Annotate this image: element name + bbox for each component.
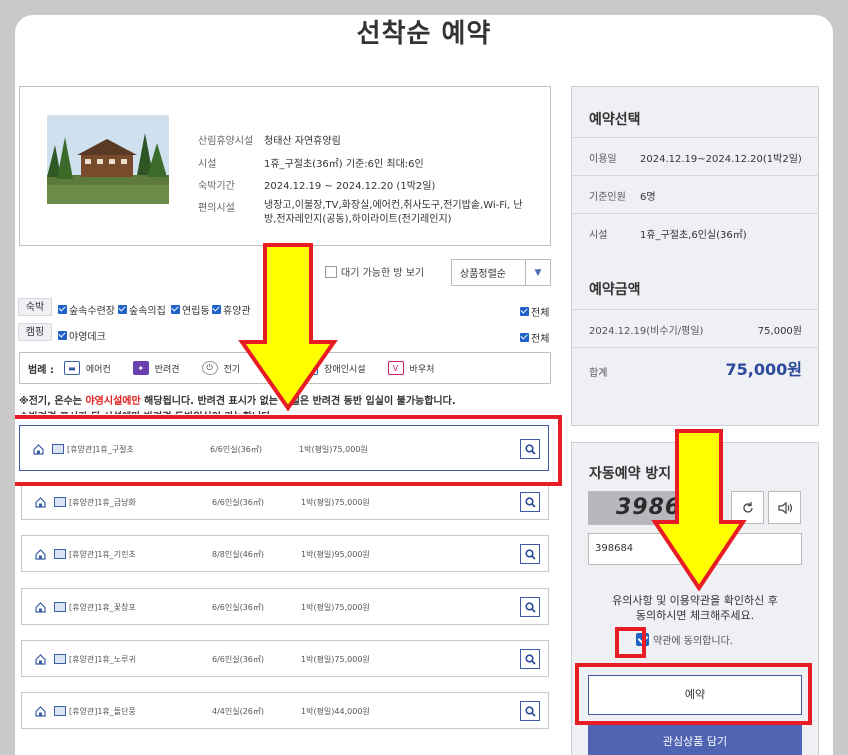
summary-row-people: 기준인원 6명 [572,175,818,213]
room-price: 1박(평일)95,000원 [301,550,370,559]
reservation-page: 선착순 예약 산림휴양시설 청태산 자연휴양림 시설 1휴_구절초(36㎡) 기… [15,15,833,755]
highlight-agree-checkbox [615,627,646,658]
room-name: [휴양관]1휴_금낭화 [69,498,136,507]
search-icon [524,548,536,560]
amount-row: 2024.12.19(비수기/평일) 75,000원 [572,309,818,347]
info-row-room: 시설 1휴_구절초(36㎡) 기준:6인 최대:6인 [198,159,424,170]
room-capacity: 6/6인실(36㎡) [212,655,265,664]
total-row: 합계 75,000원 [572,347,818,391]
room-price: 1박(평일)75,000원 [301,603,370,612]
wishlist-button[interactable]: 관심상품 담기 [588,725,802,755]
aircon-icon [54,654,66,664]
legend-voucher: V 바우처 [387,361,434,375]
search-icon [524,601,536,613]
room-row[interactable]: [휴양관]1휴_기린초 8/8인실(46㎡) 1박(평일)95,000원 [21,535,549,572]
aircon-icon [54,706,66,716]
search-button[interactable] [520,701,540,721]
highlight-selected-room [15,415,562,486]
page-title: 선착순 예약 [356,19,492,49]
total-amount: 75,000원 [725,360,802,379]
wait-available-toggle[interactable]: 대기 가능한 방 보기 [325,264,424,279]
checkbox-checked-icon[interactable] [58,305,67,314]
checkbox-checked-icon[interactable] [212,305,221,314]
legend-electric: ⏻ 전기 [201,361,240,375]
filter-camp-1[interactable]: 야영데크 [58,328,106,343]
stay-tag: 숙박 [18,298,52,316]
amount-title: 예약금액 [589,282,641,298]
agree-notice: 유의사항 및 이용약관을 확인하신 후 동의하시면 체크해주세요. [612,594,778,622]
home-icon [35,602,46,613]
wait-checkbox-label: 대기 가능한 방 보기 [341,268,425,279]
aircon-icon [54,602,66,612]
summary-row-room: 시설 1휴_구절초,6인실(36㎡) [572,213,818,251]
info-row-period: 숙박기간 2024.12.19 ~ 2024.12.20 (1박2일) [198,181,436,192]
aircon-icon [54,497,66,507]
highlight-reserve-button [575,663,812,725]
home-icon [35,706,46,717]
agree-toggle[interactable]: 약관에 동의합니다. [636,632,733,647]
room-row[interactable]: [휴양관]1휴_금낭화 6/6인실(36㎡) 1박(평일)75,000원 [21,483,549,520]
down-arrow-icon [651,429,747,592]
reservation-title: 예약선택 [589,112,641,128]
plug-icon: ⏻ [201,361,218,375]
home-icon [35,549,46,560]
room-row[interactable]: [휴양관]1휴_노루귀 6/6인실(36㎡) 1박(평일)75,000원 [21,640,549,677]
filter-stay-2[interactable]: 숲속의집 [118,302,166,317]
search-button[interactable] [520,544,540,564]
notice-line-2: ※반려견 표시가 된 시설에만 반려견 동반입실이 가능합니다. [19,408,274,414]
sort-select-value: 상품정렬순 [460,269,506,280]
speaker-icon [777,501,792,514]
reservation-summary: 예약선택 이용일 2024.12.19~2024.12.20(1박2일) 기준인원… [571,86,819,426]
room-price: 1박(평일)75,000원 [301,655,370,664]
room-price: 1박(평일)44,000원 [301,707,370,716]
filter-camp-all[interactable]: 전체 [520,330,549,345]
home-icon [35,497,46,508]
checkbox-checked-icon[interactable] [520,333,529,342]
chevron-down-icon[interactable]: ▼ [525,260,550,285]
room-capacity: 6/6인실(36㎡) [212,498,265,507]
checkbox-checked-icon[interactable] [118,305,127,314]
room-capacity: 8/8인실(46㎡) [212,550,265,559]
info-row-facility: 산림휴양시설 청태산 자연휴양림 [198,136,341,147]
search-icon [524,653,536,665]
search-button[interactable] [520,597,540,617]
search-button[interactable] [520,649,540,669]
filter-stay-3[interactable]: 연립동 [171,302,210,317]
facility-info-box: 산림휴양시설 청태산 자연휴양림 시설 1휴_구절초(36㎡) 기준:6인 최대:6… [19,86,551,246]
camp-tag: 캠핑 [18,323,52,341]
voucher-icon: V [387,361,404,375]
legend-aircon: ▬ 에어컨 [63,361,111,375]
info-row-amenities: 편의시설 냉장고,이불장,TV,화장실,에어컨,취사도구,전기밥솥,Wi-Fi, … [198,200,523,225]
checkbox-checked-icon[interactable] [520,307,529,316]
aircon-icon: ▬ [63,361,80,375]
search-icon [524,705,536,717]
room-row[interactable]: [휴양관]1휴_꽃창포 6/6인실(36㎡) 1박(평일)75,000원 [21,588,549,625]
legend-pet: ✦ 반려견 [132,361,180,375]
filter-stay-all[interactable]: 전체 [520,304,549,319]
room-price: 1박(평일)75,000원 [301,498,370,507]
summary-row-date: 이용일 2024.12.19~2024.12.20(1박2일) [572,137,818,175]
filter-stay-1[interactable]: 숲속수련장 [58,302,115,317]
checkbox-checked-icon[interactable] [171,305,180,314]
search-button[interactable] [520,492,540,512]
audio-button[interactable] [768,491,801,524]
room-row[interactable]: [휴양관]1휴_돌단풍 4/4인실(26㎡) 1박(평일)44,000원 [21,692,549,729]
room-name: [휴양관]1휴_기린초 [69,550,136,559]
room-name: [휴양관]1휴_노루귀 [69,655,136,664]
aircon-icon [54,549,66,559]
room-name: [휴양관]1휴_돌단풍 [69,707,136,716]
sort-select[interactable]: 상품정렬순 ▼ [451,259,551,286]
down-arrow-icon [238,243,338,412]
room-name: [휴양관]1휴_꽃창포 [69,603,136,612]
facility-photo [47,115,169,204]
checkbox-checked-icon[interactable] [58,331,67,340]
room-capacity: 6/6인실(36㎡) [212,603,265,612]
home-icon [35,654,46,665]
room-capacity: 4/4인실(26㎡) [212,707,265,716]
search-icon [524,496,536,508]
pet-icon: ✦ [132,361,149,375]
